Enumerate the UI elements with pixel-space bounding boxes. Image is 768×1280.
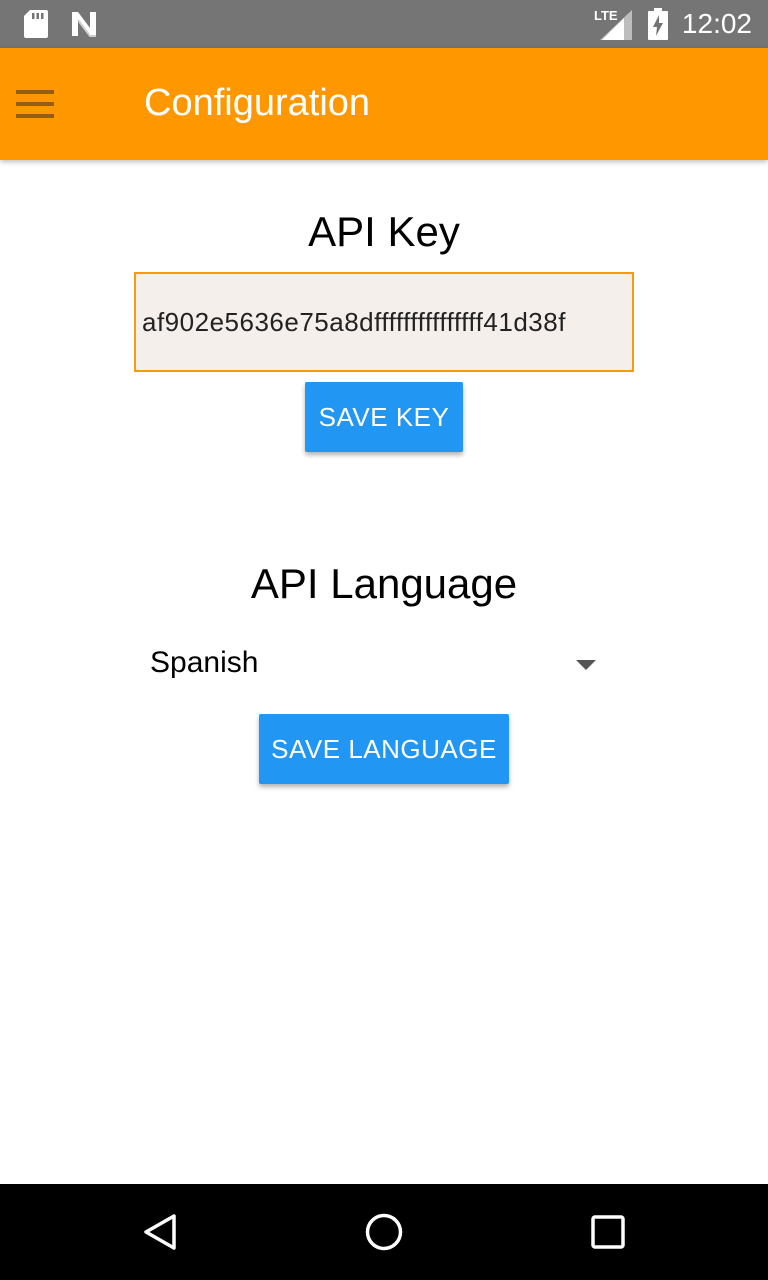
page-title: Configuration <box>144 82 371 124</box>
screen: LTE 12:02 Configuration API Key SAVE KEY… <box>0 0 768 1280</box>
api-language-heading: API Language <box>250 560 518 607</box>
battery-charging-icon <box>648 8 668 40</box>
back-icon[interactable] <box>140 1212 180 1252</box>
main-content: API Key SAVE KEY API Language Spanish SA… <box>0 160 768 1184</box>
sd-card-icon <box>24 10 48 38</box>
clock: 12:02 <box>681 8 752 39</box>
api-key-heading: API Key <box>308 208 460 255</box>
lte-signal-icon: LTE <box>594 8 634 40</box>
status-bar: LTE 12:02 <box>0 0 768 48</box>
api-key-input[interactable] <box>134 272 634 372</box>
n-notification-icon <box>72 12 96 37</box>
recents-icon[interactable] <box>588 1212 628 1252</box>
dropdown-arrow-icon <box>576 660 596 670</box>
save-key-button[interactable]: SAVE KEY <box>305 382 463 452</box>
app-bar: Configuration <box>0 48 768 160</box>
home-icon[interactable] <box>364 1212 404 1252</box>
hamburger-menu-icon[interactable] <box>16 90 54 118</box>
language-dropdown[interactable]: Spanish <box>150 640 600 696</box>
save-language-button[interactable]: SAVE LANGUAGE <box>259 714 509 784</box>
navigation-bar <box>0 1184 768 1280</box>
language-selected-value: Spanish <box>150 646 259 679</box>
